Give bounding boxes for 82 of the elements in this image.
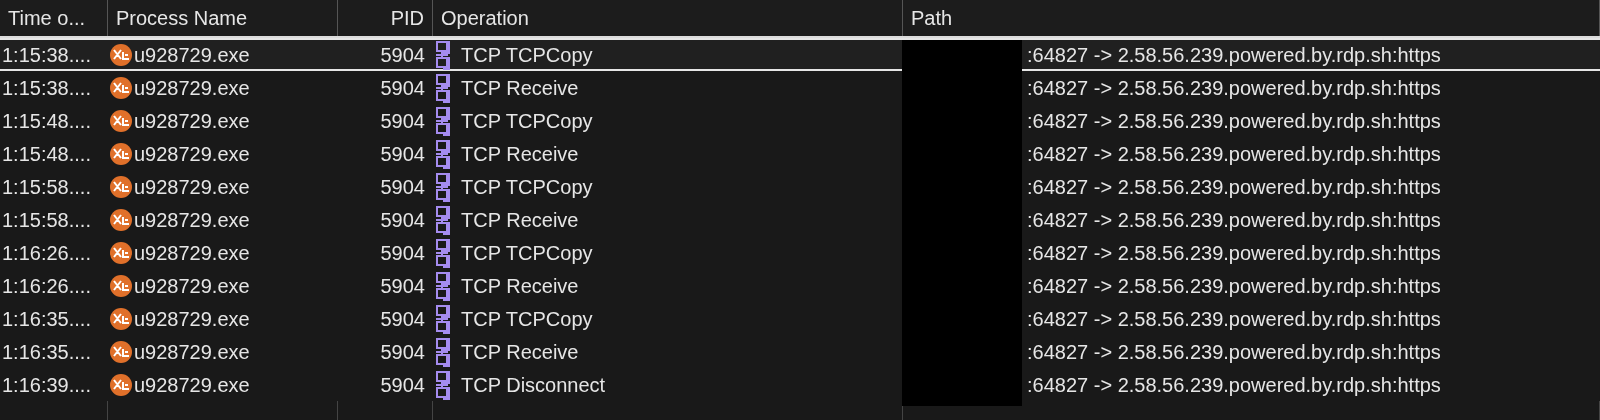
table-cell-text: TCP Receive bbox=[461, 75, 579, 101]
process-icon bbox=[110, 274, 132, 297]
table-cell-text: 5904 bbox=[379, 108, 426, 134]
table-cell: :64827 -> 2.58.56.239.powered.by.rdp.sh:https bbox=[1027, 307, 1441, 330]
table-cell-text: TCP TCPCopy bbox=[461, 42, 593, 68]
table-cell-text: 5904 bbox=[379, 339, 426, 365]
table-row[interactable]: 1:16:35.... u928729.exe 5904 TCP Receive :64827 -> 2.58.56.239.powered.by.rdp.sh:https bbox=[0, 335, 1600, 368]
table-cell-text: 5904 bbox=[379, 141, 426, 167]
table-cell-text: u928729.exe bbox=[134, 207, 250, 233]
table-row[interactable]: 1:15:38.... u928729.exe 5904 TCP Receive :64827 -> 2.58.56.239.powered.by.rdp.sh:https bbox=[0, 71, 1600, 104]
table-row[interactable]: 1:16:26.... u928729.exe 5904 TCP TCPCopy :64827 -> 2.58.56.239.powered.by.rdp.sh:https bbox=[0, 236, 1600, 269]
table-cell-text: u928729.exe bbox=[134, 108, 250, 134]
process-icon bbox=[110, 307, 132, 330]
table-cell-text: 5904 bbox=[379, 306, 426, 332]
table-cell-text: TCP Receive bbox=[461, 207, 579, 233]
table-cell-text: 1:15:48.... bbox=[1, 108, 92, 134]
table-row[interactable]: 1:15:58.... u928729.exe 5904 TCP TCPCopy :64827 -> 2.58.56.239.powered.by.rdp.sh:https bbox=[0, 170, 1600, 203]
process-icon bbox=[110, 109, 132, 132]
table-cell-text: u928729.exe bbox=[134, 372, 250, 398]
process-icon bbox=[110, 175, 132, 198]
process-icon bbox=[110, 340, 132, 363]
table-cell: :64827 -> 2.58.56.239.powered.by.rdp.sh:https bbox=[1027, 109, 1441, 132]
table-cell: :64827 -> 2.58.56.239.powered.by.rdp.sh:https bbox=[1027, 76, 1441, 99]
table-cell-text: u928729.exe bbox=[134, 174, 250, 200]
table-cell-text: TCP Disconnect bbox=[461, 372, 606, 398]
column-header[interactable]: Path bbox=[903, 0, 1600, 36]
table-cell: :64827 -> 2.58.56.239.powered.by.rdp.sh:https bbox=[1027, 43, 1441, 66]
table-cell-text: 1:15:58.... bbox=[1, 207, 92, 233]
table-cell-text: 1:15:38.... bbox=[1, 42, 92, 68]
table-cell-text: u928729.exe bbox=[134, 42, 250, 68]
table-cell-text: u928729.exe bbox=[134, 273, 250, 299]
table-row[interactable]: 1:16:35.... u928729.exe 5904 TCP TCPCopy :64827 -> 2.58.56.239.powered.by.rdp.sh:https bbox=[0, 302, 1600, 335]
process-icon bbox=[110, 208, 132, 231]
table-cell-text: 5904 bbox=[379, 207, 426, 233]
table-cell-text: u928729.exe bbox=[134, 240, 250, 266]
table-cell-text: TCP TCPCopy bbox=[461, 306, 593, 332]
table-cell-text: u928729.exe bbox=[134, 306, 250, 332]
table-cell-text: 1:15:58.... bbox=[1, 174, 92, 200]
table-cell-text: TCP Receive bbox=[461, 273, 579, 299]
table-cell-text: u928729.exe bbox=[134, 141, 250, 167]
table-cell-text: 1:16:35.... bbox=[1, 339, 92, 365]
process-icon bbox=[110, 76, 132, 99]
table-row[interactable]: 1:15:48.... u928729.exe 5904 TCP Receive :64827 -> 2.58.56.239.powered.by.rdp.sh:https bbox=[0, 137, 1600, 170]
table-cell-text: u928729.exe bbox=[134, 339, 250, 365]
table-cell-text: 1:16:26.... bbox=[1, 273, 92, 299]
table-cell: :64827 -> 2.58.56.239.powered.by.rdp.sh:https bbox=[1027, 373, 1441, 396]
table-cell-text: 1:15:48.... bbox=[1, 141, 92, 167]
column-header[interactable]: Operation bbox=[433, 0, 903, 36]
process-icon bbox=[110, 373, 132, 396]
table-row[interactable]: 1:15:48.... u928729.exe 5904 TCP TCPCopy :64827 -> 2.58.56.239.powered.by.rdp.sh:https bbox=[0, 104, 1600, 137]
table-cell: :64827 -> 2.58.56.239.powered.by.rdp.sh:https bbox=[1027, 340, 1441, 363]
table-cell: :64827 -> 2.58.56.239.powered.by.rdp.sh:https bbox=[1027, 142, 1441, 165]
table-cell-text: 5904 bbox=[379, 75, 426, 101]
process-icon bbox=[110, 142, 132, 165]
table-cell-text: 5904 bbox=[379, 42, 426, 68]
table-cell-text: 1:15:38.... bbox=[1, 75, 92, 101]
table-cell-text: 5904 bbox=[379, 372, 426, 398]
table-cell-text: 1:16:35.... bbox=[1, 306, 92, 332]
table-cell: :64827 -> 2.58.56.239.powered.by.rdp.sh:https bbox=[1027, 208, 1441, 231]
table-cell: :64827 -> 2.58.56.239.powered.by.rdp.sh:https bbox=[1027, 274, 1441, 297]
table-row[interactable]: 1:15:58.... u928729.exe 5904 TCP Receive :64827 -> 2.58.56.239.powered.by.rdp.sh:https bbox=[0, 203, 1600, 236]
table-cell-text: TCP TCPCopy bbox=[461, 108, 593, 134]
column-header[interactable]: Process Name bbox=[108, 0, 338, 36]
process-icon bbox=[110, 241, 132, 264]
table-cell-text: 5904 bbox=[379, 273, 426, 299]
table-cell: :64827 -> 2.58.56.239.powered.by.rdp.sh:https bbox=[1027, 175, 1441, 198]
table-cell-text: TCP Receive bbox=[461, 141, 579, 167]
table-cell-text: 1:16:39.... bbox=[1, 372, 92, 398]
table-row[interactable]: 1:15:38.... u928729.exe 5904 TCP TCPCopy :64827 -> 2.58.56.239.powered.by.rdp.sh:https bbox=[0, 38, 1600, 71]
table-cell-text: TCP TCPCopy bbox=[461, 240, 593, 266]
table-cell: :64827 -> 2.58.56.239.powered.by.rdp.sh:https bbox=[1027, 241, 1441, 264]
table-row[interactable]: 1:16:26.... u928729.exe 5904 TCP Receive :64827 -> 2.58.56.239.powered.by.rdp.sh:https bbox=[0, 269, 1600, 302]
table-cell-text: 5904 bbox=[379, 240, 426, 266]
process-icon bbox=[110, 43, 132, 66]
table-row[interactable]: 1:16:39.... u928729.exe 5904 TCP Disconnect :64827 -> 2.58.56.239.powered.by.rdp.sh:https bbox=[0, 368, 1600, 401]
column-header[interactable]: Time o... bbox=[0, 0, 108, 36]
column-header[interactable]: PID bbox=[338, 0, 433, 36]
table-cell-text: 1:16:26.... bbox=[1, 240, 92, 266]
table-cell-text: TCP Receive bbox=[461, 339, 579, 365]
table-cell-text: TCP TCPCopy bbox=[461, 174, 593, 200]
table-cell-text: 5904 bbox=[379, 174, 426, 200]
table-cell-text: u928729.exe bbox=[134, 75, 250, 101]
